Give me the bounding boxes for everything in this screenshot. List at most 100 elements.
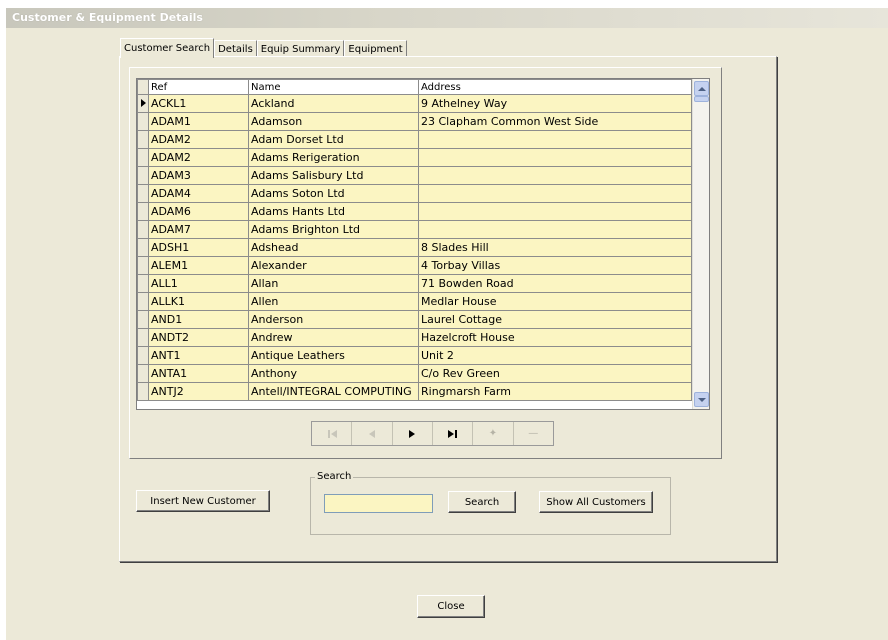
cell-name[interactable]: Allen: [248, 292, 419, 311]
cell-address[interactable]: Hazelcroft House: [418, 328, 692, 347]
cell-ref[interactable]: ADAM3: [148, 166, 249, 185]
cell-ref[interactable]: ANDT2: [148, 328, 249, 347]
table-row[interactable]: ANDT2 Andrew Hazelcroft House: [137, 328, 692, 347]
table-row[interactable]: ALL1 Allan 71 Bowden Road: [137, 274, 692, 293]
row-selector[interactable]: [137, 310, 149, 329]
cell-address[interactable]: Medlar House: [418, 292, 692, 311]
cell-name[interactable]: Adamson: [248, 112, 419, 131]
cell-address[interactable]: Ringmarsh Farm: [418, 382, 692, 401]
delete-record-button[interactable]: —: [514, 422, 553, 445]
table-row[interactable]: ADAM2 Adams Rerigeration: [137, 148, 692, 167]
cell-ref[interactable]: ADAM2: [148, 148, 249, 167]
cell-name[interactable]: Alexander: [248, 256, 419, 275]
table-row[interactable]: ADAM1 Adamson 23 Clapham Common West Side: [137, 112, 692, 131]
table-row[interactable]: ANTJ2 Antell/INTEGRAL COMPUTING Ringmarsh …: [137, 382, 692, 401]
row-selector[interactable]: [137, 238, 149, 257]
search-input[interactable]: [324, 494, 433, 513]
cell-ref[interactable]: ALL1: [148, 274, 249, 293]
cell-ref[interactable]: ANTA1: [148, 364, 249, 383]
column-header-ref[interactable]: Ref: [148, 79, 249, 95]
row-selector[interactable]: [137, 202, 149, 221]
row-selector[interactable]: [137, 166, 149, 185]
cell-address[interactable]: [418, 220, 692, 239]
cell-ref[interactable]: ADAM1: [148, 112, 249, 131]
cell-name[interactable]: Andrew: [248, 328, 419, 347]
table-row[interactable]: AND1 Anderson Laurel Cottage: [137, 310, 692, 329]
cell-ref[interactable]: ALEM1: [148, 256, 249, 275]
row-selector[interactable]: [137, 112, 149, 131]
cell-address[interactable]: [418, 130, 692, 149]
scroll-thumb[interactable]: [694, 96, 709, 102]
row-selector[interactable]: [137, 184, 149, 203]
cell-ref[interactable]: ADAM2: [148, 130, 249, 149]
row-selector[interactable]: [137, 256, 149, 275]
cell-name[interactable]: Adams Hants Ltd: [248, 202, 419, 221]
last-record-button[interactable]: [433, 422, 474, 445]
cell-address[interactable]: [418, 166, 692, 185]
insert-new-customer-button[interactable]: Insert New Customer: [136, 490, 270, 512]
cell-name[interactable]: Adshead: [248, 238, 419, 257]
table-row[interactable]: ADSH1 Adshead 8 Slades Hill: [137, 238, 692, 257]
cell-name[interactable]: Adams Salisbury Ltd: [248, 166, 419, 185]
cell-ref[interactable]: ADAM4: [148, 184, 249, 203]
cell-name[interactable]: Anthony: [248, 364, 419, 383]
column-header-address[interactable]: Address: [418, 79, 692, 95]
table-row[interactable]: ACKL1 Ackland 9 Athelney Way: [137, 94, 692, 113]
cell-ref[interactable]: ANTJ2: [148, 382, 249, 401]
cell-ref[interactable]: ALLK1: [148, 292, 249, 311]
cell-address[interactable]: 8 Slades Hill: [418, 238, 692, 257]
cell-ref[interactable]: ADAM6: [148, 202, 249, 221]
close-button[interactable]: Close: [417, 595, 485, 618]
row-selector[interactable]: [137, 220, 149, 239]
cell-address[interactable]: 9 Athelney Way: [418, 94, 692, 113]
scroll-down-button[interactable]: [694, 392, 709, 407]
table-row[interactable]: ALEM1 Alexander 4 Torbay Villas: [137, 256, 692, 275]
cell-name[interactable]: Ackland: [248, 94, 419, 113]
cell-name[interactable]: Adams Rerigeration: [248, 148, 419, 167]
row-selector[interactable]: [137, 328, 149, 347]
prior-record-button[interactable]: [352, 422, 393, 445]
row-selector[interactable]: [137, 274, 149, 293]
cell-address[interactable]: Unit 2: [418, 346, 692, 365]
cell-name[interactable]: Allan: [248, 274, 419, 293]
row-selector[interactable]: [137, 130, 149, 149]
next-record-button[interactable]: [393, 422, 433, 445]
grid-vertical-scrollbar[interactable]: [692, 79, 709, 409]
cell-address[interactable]: [418, 202, 692, 221]
row-selector[interactable]: [137, 148, 149, 167]
cell-ref[interactable]: ANT1: [148, 346, 249, 365]
show-all-customers-button[interactable]: Show All Customers: [539, 491, 653, 513]
cell-address[interactable]: C/o Rev Green: [418, 364, 692, 383]
first-record-button[interactable]: [312, 422, 353, 445]
cell-name[interactable]: Adams Soton Ltd: [248, 184, 419, 203]
row-selector[interactable]: [137, 292, 149, 311]
table-row[interactable]: ANT1 Antique Leathers Unit 2: [137, 346, 692, 365]
table-row[interactable]: ADAM3 Adams Salisbury Ltd: [137, 166, 692, 185]
cell-address[interactable]: Laurel Cottage: [418, 310, 692, 329]
table-row[interactable]: ADAM4 Adams Soton Ltd: [137, 184, 692, 203]
cell-ref[interactable]: AND1: [148, 310, 249, 329]
table-row[interactable]: ALLK1 Allen Medlar House: [137, 292, 692, 311]
row-selector[interactable]: [137, 382, 149, 401]
table-row[interactable]: ADAM6 Adams Hants Ltd: [137, 202, 692, 221]
column-header-name[interactable]: Name: [248, 79, 419, 95]
tab-customer-search[interactable]: Customer Search: [120, 38, 215, 58]
insert-record-button[interactable]: ✦: [473, 422, 514, 445]
cell-ref[interactable]: ADSH1: [148, 238, 249, 257]
table-row[interactable]: ADAM2 Adam Dorset Ltd: [137, 130, 692, 149]
table-row[interactable]: ADAM7 Adams Brighton Ltd: [137, 220, 692, 239]
cell-name[interactable]: Antique Leathers: [248, 346, 419, 365]
scroll-up-button[interactable]: [694, 81, 709, 96]
cell-address[interactable]: 4 Torbay Villas: [418, 256, 692, 275]
row-selector[interactable]: [137, 346, 149, 365]
row-selector[interactable]: [137, 94, 149, 113]
cell-address[interactable]: 71 Bowden Road: [418, 274, 692, 293]
cell-name[interactable]: Anderson: [248, 310, 419, 329]
cell-name[interactable]: Adam Dorset Ltd: [248, 130, 419, 149]
cell-address[interactable]: 23 Clapham Common West Side: [418, 112, 692, 131]
cell-name[interactable]: Adams Brighton Ltd: [248, 220, 419, 239]
cell-address[interactable]: [418, 184, 692, 203]
cell-ref[interactable]: ADAM7: [148, 220, 249, 239]
cell-ref[interactable]: ACKL1: [148, 94, 249, 113]
cell-address[interactable]: [418, 148, 692, 167]
